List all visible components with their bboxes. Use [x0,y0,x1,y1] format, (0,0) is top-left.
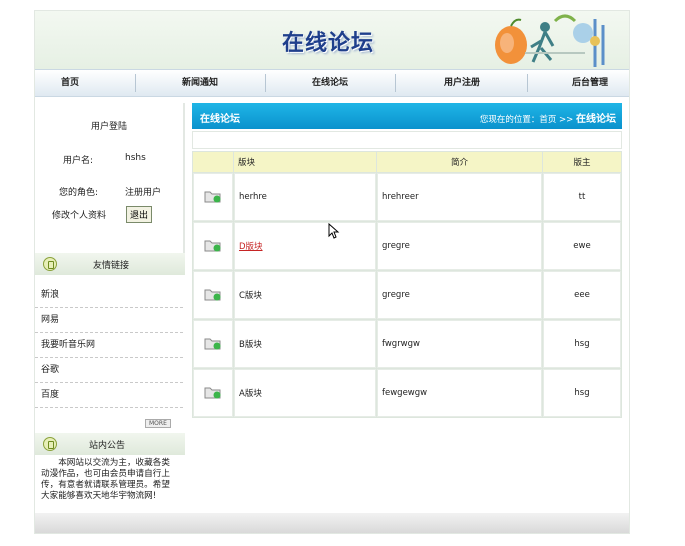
board-desc: gregre [377,222,542,270]
folder-icon [193,271,233,319]
board-desc: gregre [377,271,542,319]
friend-link[interactable]: 谷歌 [35,358,183,383]
friend-links-list: 新浪 网易 我要听音乐网 谷歌 百度 [35,283,183,408]
notice-title: 站内公告 [89,441,126,451]
role-value: 注册用户 [125,188,162,198]
friend-link[interactable]: 百度 [35,383,183,408]
username-label: 用户名: [63,156,94,166]
site-footer [35,513,629,533]
board-table: 版块 简介 版主 herhre hrehreer tt D版块 gregre e… [192,151,622,418]
board-moderator: hsg [543,320,621,368]
board-name[interactable]: D版块 [234,222,376,270]
folder-icon [193,320,233,368]
notice-text: 本网站以交流为主，收藏各类动漫作品，也可由会员申请自行上传，有意者就请联系管理员… [41,458,170,501]
table-row[interactable]: C版块 gregre eee [193,271,621,319]
table-row[interactable]: A版块 fewgewgw hsg [193,369,621,417]
toolbar-strip [192,131,622,149]
site-header: 在线论坛 [35,11,629,69]
board-name[interactable]: C版块 [234,271,376,319]
nav-divider [135,74,136,92]
board-moderator: tt [543,173,621,221]
folder-icon [193,173,233,221]
folder-icon [193,222,233,270]
nav-divider [527,74,528,92]
friend-link[interactable]: 我要听音乐网 [35,333,183,358]
board-moderator: eee [543,271,621,319]
nav-item-forum[interactable]: 在线论坛 [285,70,375,96]
nav-item-home[interactable]: 首页 [35,70,105,96]
forum-header-bar: 在线论坛 您现在的位置：首页 >> 在线论坛 [192,103,622,129]
role-label: 您的角色: [59,188,99,198]
edit-profile-link[interactable]: 修改个人资料 [52,208,106,221]
header-decoration-icon [495,14,605,67]
board-name[interactable]: A版块 [234,369,376,417]
table-row[interactable]: D版块 gregre ewe [193,222,621,270]
nav-item-register[interactable]: 用户注册 [417,70,507,96]
board-moderator: hsg [543,369,621,417]
nav-item-news[interactable]: 新闻通知 [155,70,245,96]
header-desc: 简介 [377,152,542,172]
book-icon [43,257,57,271]
folder-icon [193,369,233,417]
site-title: 在线论坛 [282,31,375,56]
links-title: 友情链接 [93,261,130,271]
friend-link[interactable]: 网易 [35,308,183,333]
header-board: 版块 [234,152,376,172]
board-name[interactable]: herhre [234,173,376,221]
board-desc: fewgewgw [377,369,542,417]
board-desc: hrehreer [377,173,542,221]
page-frame: 在线论坛 首页 新闻通知 在线论坛 用户注册 后台管理 用户登陆 用户名: hs… [34,10,630,534]
notice-header: 站内公告 [35,433,185,455]
forum-title: 在线论坛 [200,114,240,125]
breadcrumb-prefix[interactable]: 您现在的位置：首页 >> [480,115,576,125]
nav-item-admin[interactable]: 后台管理 [545,70,635,96]
login-panel: 用户登陆 用户名: hshs 您的角色: 注册用户 修改个人资料 退出 [35,103,185,253]
sidebar: 用户登陆 用户名: hshs 您的角色: 注册用户 修改个人资料 退出 友情链接… [35,103,185,509]
breadcrumb-current: 在线论坛 [576,114,616,125]
links-header: 友情链接 [35,253,185,275]
mouse-cursor-icon [328,223,340,239]
breadcrumb: 您现在的位置：首页 >> 在线论坛 [480,110,616,125]
more-links-button[interactable]: MORE [145,419,171,428]
board-moderator: ewe [543,222,621,270]
login-title: 用户登陆 [90,122,127,132]
header-icon-cell [193,152,233,172]
nav-divider [395,74,396,92]
header-moderator: 版主 [543,152,621,172]
board-name[interactable]: B版块 [234,320,376,368]
nav-divider [265,74,266,92]
book-icon [43,437,57,451]
main-nav: 首页 新闻通知 在线论坛 用户注册 后台管理 [35,69,629,97]
friend-link[interactable]: 新浪 [35,283,183,308]
username-value: hshs [125,153,146,163]
table-header-row: 版块 简介 版主 [193,152,621,172]
table-row[interactable]: B版块 fwgrwgw hsg [193,320,621,368]
logout-button[interactable]: 退出 [126,206,153,223]
board-desc: fwgrwgw [377,320,542,368]
board-link[interactable]: D版块 [239,242,263,252]
table-row[interactable]: herhre hrehreer tt [193,173,621,221]
